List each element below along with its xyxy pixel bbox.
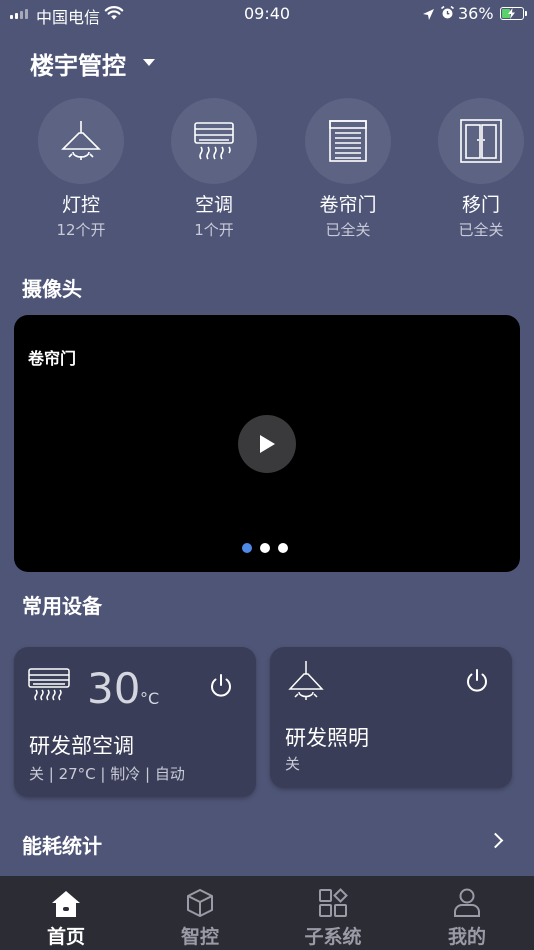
category-roller-shutter[interactable]: 卷帘门 已全关 (298, 98, 398, 240)
battery-charging-icon (500, 7, 527, 20)
power-icon (467, 669, 487, 692)
caret-down-icon[interactable] (143, 59, 155, 66)
camera-section-title: 摄像头 (22, 277, 82, 301)
tab-label: 我的 (447, 926, 486, 948)
device-status: 关 (285, 755, 301, 773)
alarm-icon (440, 5, 455, 24)
roller-shutter-icon (305, 98, 391, 184)
energy-section-title[interactable]: 能耗统计 (22, 830, 102, 859)
battery-percent: 36% (458, 4, 494, 23)
device-card-lighting[interactable]: 研发照明 关 (270, 647, 512, 788)
signal-icon (10, 9, 28, 19)
device-card-ac[interactable]: 30 °C 研发部空调 关 | 27°C | 制冷 | 自动 (14, 647, 256, 797)
page-title[interactable]: 楼宇管控 (30, 46, 126, 81)
tab-label: 首页 (46, 926, 85, 948)
carousel-dot[interactable] (260, 543, 270, 553)
camera-label: 卷帘门 (28, 349, 77, 368)
device-status: 关 | 27°C | 制冷 | 自动 (29, 765, 185, 783)
status-bar: 中国电信 09:40 36% (0, 0, 534, 28)
home-icon (16, 884, 116, 918)
location-icon (422, 6, 435, 25)
pendant-lamp-icon (284, 659, 328, 707)
tab-label: 子系统 (304, 926, 362, 948)
category-name: 空调 (194, 194, 233, 216)
temperature-unit: °C (140, 689, 160, 708)
cube-icon (150, 884, 250, 918)
category-name: 移门 (461, 194, 500, 216)
play-icon (260, 435, 275, 453)
tab-label: 智控 (180, 926, 219, 948)
category-name: 卷帘门 (319, 194, 377, 216)
air-conditioner-icon (27, 667, 71, 705)
device-name: 研发照明 (285, 726, 369, 750)
carousel-dots[interactable] (242, 543, 288, 553)
category-lights[interactable]: 灯控 12个开 (31, 98, 131, 240)
devices-section-title: 常用设备 (22, 594, 102, 618)
tab-home[interactable]: 首页 (16, 876, 116, 949)
device-name: 研发部空调 (29, 734, 134, 758)
category-status: 已全关 (325, 221, 371, 239)
carousel-dot[interactable] (242, 543, 252, 553)
category-status: 12个开 (56, 221, 106, 239)
play-button[interactable] (238, 415, 296, 473)
category-status: 已全关 (458, 221, 504, 239)
category-sliding-door[interactable]: 移门 已全关 (431, 98, 531, 240)
clock: 09:40 (244, 4, 291, 23)
category-air-conditioning[interactable]: 空调 1个开 (164, 98, 264, 240)
power-button[interactable] (208, 673, 234, 703)
carrier-name: 中国电信 (36, 8, 101, 27)
power-button[interactable] (464, 668, 490, 698)
carousel-dot[interactable] (278, 543, 288, 553)
air-conditioner-icon (171, 98, 257, 184)
category-status: 1个开 (194, 221, 234, 239)
bottom-tab-bar: 首页 智控 子系统 我的 (0, 876, 534, 950)
tab-subsystems[interactable]: 子系统 (283, 876, 383, 949)
power-icon (211, 674, 231, 697)
user-icon (417, 884, 517, 918)
category-name: 灯控 (61, 194, 100, 216)
camera-player[interactable]: 卷帘门 (14, 315, 520, 572)
tab-smart-control[interactable]: 智控 (150, 876, 250, 949)
device-temperature: 30 (87, 664, 141, 713)
wifi-icon (104, 5, 124, 25)
pendant-lamp-icon (38, 98, 124, 184)
chevron-right-icon[interactable] (487, 832, 504, 849)
apps-grid-icon (283, 884, 383, 918)
sliding-door-icon (438, 98, 524, 184)
tab-profile[interactable]: 我的 (417, 876, 517, 949)
